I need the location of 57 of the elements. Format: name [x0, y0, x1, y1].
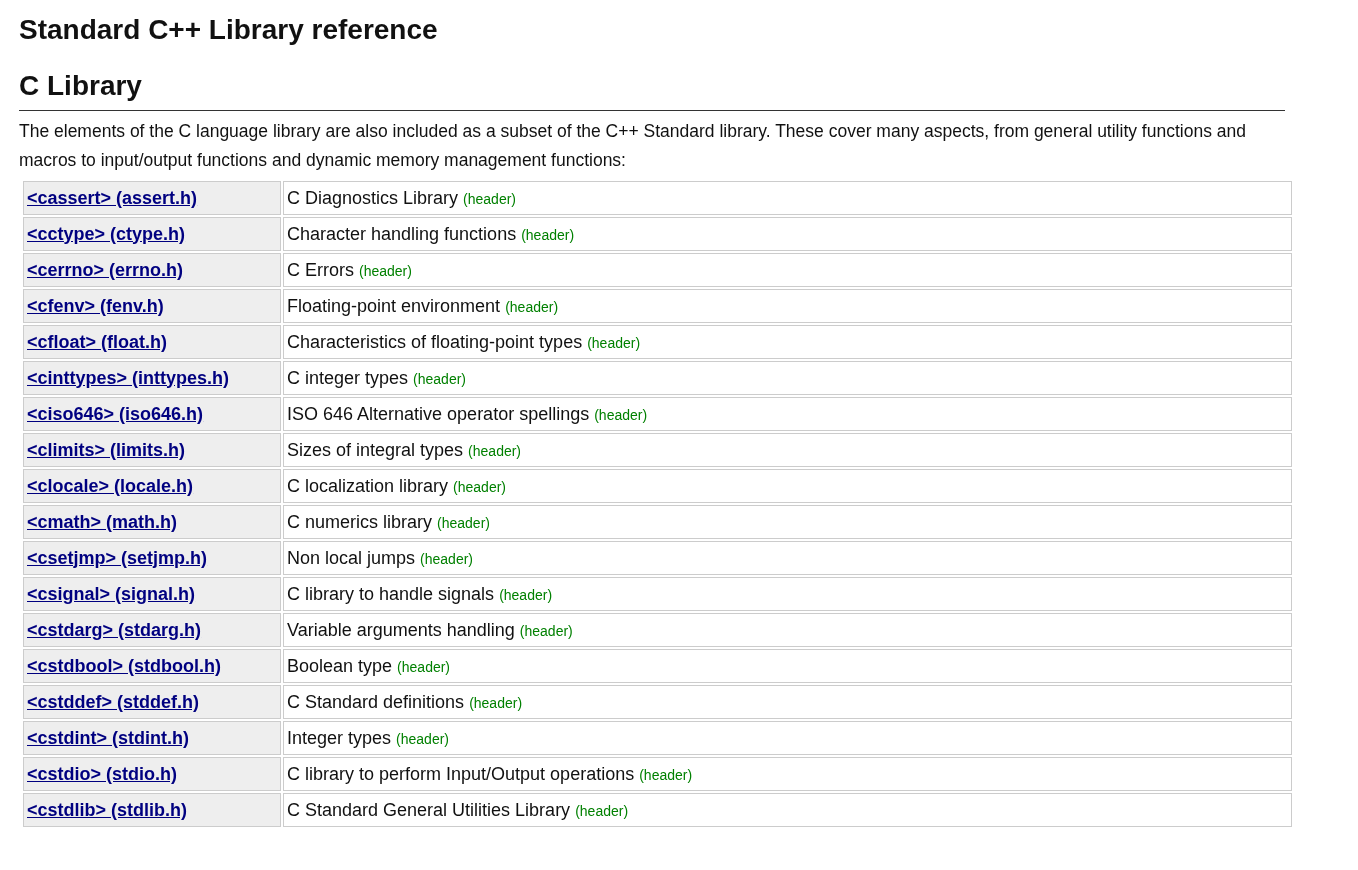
header-tag: (header) — [594, 406, 648, 423]
header-link[interactable]: <cerrno> (errno.h) — [27, 259, 184, 280]
header-tag: (header) — [396, 730, 449, 747]
description-text: C Diagnostics Library — [287, 187, 459, 208]
description-text: C library to handle signals — [287, 583, 495, 604]
header-tag: (header) — [413, 370, 466, 387]
header-link[interactable]: <clocale> (locale.h) — [27, 475, 194, 496]
description-text: C integer types — [287, 367, 409, 388]
header-tag: (header) — [639, 766, 693, 783]
header-link[interactable]: <cstdlib> (stdlib.h) — [27, 799, 187, 820]
header-tag: (header) — [453, 478, 506, 495]
header-link[interactable]: <cinttypes> (inttypes.h) — [27, 367, 230, 388]
description-text: C Standard definitions — [287, 691, 465, 712]
header-link[interactable]: <climits> (limits.h) — [27, 439, 186, 460]
description-text: Characteristics of floating-point types — [287, 331, 583, 352]
header-link[interactable]: <cstddef> (stddef.h) — [27, 691, 200, 712]
header-tag: (header) — [575, 802, 629, 819]
header-link[interactable]: <cstdbool> (stdbool.h) — [27, 655, 221, 676]
description-text: Non local jumps — [287, 547, 416, 568]
header-tag: (header) — [420, 550, 473, 567]
header-tag: (header) — [521, 226, 575, 243]
header-tag: (header) — [359, 262, 412, 279]
header-link[interactable]: <cfloat> (float.h) — [27, 331, 167, 352]
header-link[interactable]: <cstdint> (stdint.h) — [27, 727, 189, 748]
header-tag: (header) — [468, 442, 522, 459]
header-link[interactable]: <cstdarg> (stdarg.h) — [27, 619, 202, 640]
description-text: ISO 646 Alternative operator spellings — [287, 403, 590, 424]
header-link[interactable]: <csignal> (signal.h) — [27, 583, 196, 604]
header-tag: (header) — [505, 298, 559, 315]
header-link[interactable]: <cstdio> (stdio.h) — [27, 763, 177, 784]
header-link[interactable]: <csetjmp> (setjmp.h) — [27, 547, 208, 568]
intro-paragraph: The elements of the C language library are also included as a subset of the C++ Standard library. These cover many aspects, from general utility functions and macros to input/output functions and dynamic memory management functions: — [19, 120, 1247, 172]
header-tag: (header) — [437, 514, 490, 531]
description-text: Floating-point environment — [287, 295, 501, 316]
description-text: Boolean type — [287, 655, 393, 676]
description-text: Character handling functions — [287, 223, 517, 244]
section-heading: C Library — [19, 68, 1285, 111]
description-text: C Standard General Utilities Library — [287, 799, 571, 820]
description-text: C Errors — [287, 259, 354, 280]
description-text: Sizes of integral types — [287, 439, 464, 460]
header-link[interactable]: <ciso646> (iso646.h) — [27, 403, 204, 424]
description-text: Integer types — [287, 727, 392, 748]
header-tag: (header) — [519, 622, 573, 639]
description-text: Variable arguments handling — [287, 619, 515, 640]
header-link[interactable]: <cctype> (ctype.h) — [27, 223, 186, 244]
description-text: C localization library — [287, 475, 449, 496]
header-tag: (header) — [587, 334, 641, 351]
header-link[interactable]: <cmath> (math.h) — [27, 511, 178, 532]
header-link[interactable]: <cfenv> (fenv.h) — [27, 295, 164, 316]
header-tag: (header) — [469, 694, 523, 711]
header-tag: (header) — [499, 586, 553, 603]
page-title: Standard C++ Library reference — [19, 13, 439, 47]
header-link[interactable]: <cassert> (assert.h) — [27, 187, 198, 208]
description-text: C numerics library — [287, 511, 433, 532]
header-tag: (header) — [463, 190, 516, 207]
header-tag: (header) — [397, 658, 451, 675]
description-text: C library to perform Input/Output operations — [287, 763, 635, 784]
